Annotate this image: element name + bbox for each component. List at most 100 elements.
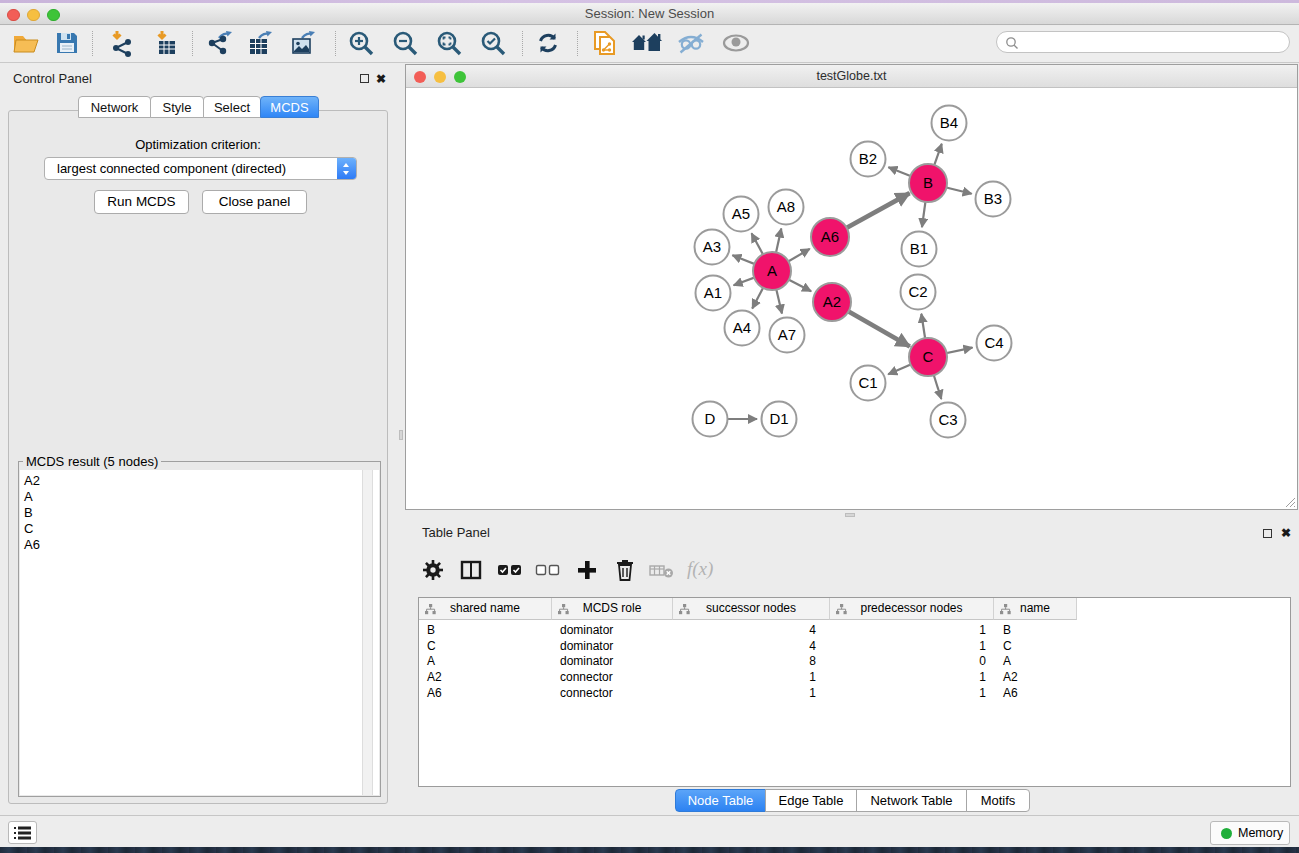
close-panel-icon[interactable]: ✖ [376,73,386,85]
column-header-predecessor-nodes[interactable]: predecessor nodes [830,598,994,620]
table-row[interactable]: Bdominator41B [419,623,1290,639]
resize-handle-icon[interactable] [1283,495,1296,508]
table-cell: A6 [994,686,1077,702]
unselect-all-icon[interactable] [535,558,565,588]
select-stepper-icon [337,158,356,179]
import-network-icon[interactable] [108,29,136,57]
zoom-selected-icon[interactable] [479,29,507,57]
main-toolbar [0,26,1299,63]
graph-node-label: B4 [940,114,958,131]
search-input[interactable] [1023,33,1283,51]
close-panel-icon[interactable]: ✖ [1281,527,1291,539]
function-builder-icon: f(x) [687,558,717,588]
minimize-window-button[interactable] [27,9,40,22]
home-icon[interactable] [632,29,660,57]
zoom-in-icon[interactable] [347,29,375,57]
scrollbar-track[interactable] [362,470,373,795]
table-cell: A6 [419,686,552,702]
minimize-window-button[interactable] [434,71,446,83]
show-eye-icon[interactable] [721,29,749,57]
zoom-window-button[interactable] [454,71,466,83]
graph-node-label: C2 [908,283,927,300]
mcds-result-item[interactable]: A6 [20,537,379,553]
column-header-MCDS-role[interactable]: MCDS role [552,598,673,620]
mcds-result-item[interactable]: C [20,521,379,537]
export-image-icon[interactable] [290,29,318,57]
optimization-criterion-label: Optimization criterion: [9,137,387,152]
save-session-icon[interactable] [53,29,81,57]
mcds-result-box: MCDS result (5 nodes) A2ABCA6 [18,461,381,797]
table-row[interactable]: A6connector11A6 [419,686,1290,702]
table-cell: 1 [830,670,994,686]
table-settings-icon[interactable] [421,558,451,588]
table-panel-title: Table Panel [422,525,490,540]
close-window-button[interactable] [7,9,20,22]
tab-network-table[interactable]: Network Table [856,789,967,812]
add-column-icon[interactable] [575,558,605,588]
task-history-button[interactable] [8,821,37,844]
mcds-result-list: A2ABCA6 [20,470,379,795]
table-cell: A [994,654,1077,670]
tab-edge-table[interactable]: Edge Table [765,789,857,812]
float-panel-icon[interactable] [1263,529,1272,538]
table-row[interactable]: Cdominator41C [419,639,1290,655]
memory-button[interactable]: Memory [1210,821,1290,845]
tab-select[interactable]: Select [203,96,261,118]
column-header-label: predecessor nodes [860,601,962,615]
network-window-titlebar: testGlobe.txt [406,65,1297,88]
zoom-fit-icon[interactable] [435,29,463,57]
column-header-label: shared name [450,601,520,615]
zoom-out-icon[interactable] [391,29,419,57]
table-row[interactable]: Adominator80A [419,654,1290,670]
graph-node-label: A [767,262,777,279]
control-panel: Control Panel ✖ NetworkStyleSelectMCDS O… [0,65,390,807]
mcds-panel: Optimization criterion: largest connecte… [8,110,388,804]
tab-motifs[interactable]: Motifs [966,789,1030,812]
table-cell: connector [552,686,673,702]
table-cell: 1 [830,639,994,655]
float-panel-icon[interactable] [360,74,369,83]
table-row[interactable]: A2connector11A2 [419,670,1290,686]
open-file-icon[interactable] [12,29,40,57]
split-divider-handle[interactable] [399,430,403,440]
export-network-icon[interactable] [206,29,234,57]
network-graph-canvas[interactable]: B4B2BB3A5A8A6B1A3AC2A1A2A4A7CC4C1C3DD1 [406,88,1297,509]
refresh-network-icon[interactable] [534,29,562,57]
table-panel: Table Panel ✖ f(x) shared name MCDS roles… [405,522,1299,815]
split-columns-icon[interactable] [459,558,489,588]
tab-style[interactable]: Style [150,96,204,118]
list-icon [14,826,32,841]
close-panel-button[interactable]: Close panel [202,190,307,214]
import-table-icon[interactable] [153,29,181,57]
hide-glasses-icon[interactable] [677,29,705,57]
column-header-name[interactable]: name [994,598,1077,620]
mcds-result-item[interactable]: A [20,489,379,505]
tab-mcds[interactable]: MCDS [260,96,319,118]
search-box[interactable] [996,31,1290,53]
graph-node-label: C1 [858,374,877,391]
graph-node-label: A7 [778,326,796,343]
mcds-result-item[interactable]: A2 [20,473,379,489]
table-cell: B [419,623,552,639]
export-table-icon[interactable] [247,29,275,57]
column-header-successor-nodes[interactable]: successor nodes [673,598,830,620]
column-header-shared-name[interactable]: shared name [419,598,552,620]
delete-column-icon[interactable] [613,558,643,588]
network-view-window: testGlobe.txt B4B2BB3A5A8A6B1A3AC2A1A2A4… [405,64,1298,510]
optimization-criterion-select[interactable]: largest connected component (directed) [44,157,357,180]
node-table: shared name MCDS rolesuccessor nodes prede… [418,597,1291,787]
duplicate-network-icon[interactable] [591,29,619,57]
close-window-button[interactable] [414,71,426,83]
split-divider-handle[interactable] [845,513,855,517]
app-title: Session: New Session [0,3,1299,25]
tab-node-table[interactable]: Node Table [675,789,766,812]
tab-network[interactable]: Network [78,96,151,118]
table-tabs: Node TableEdge TableNetwork TableMotifs [675,789,1029,812]
mcds-result-item[interactable]: B [20,505,379,521]
run-mcds-button[interactable]: Run MCDS [94,190,189,214]
delete-table-icon [649,558,679,588]
select-all-icon[interactable] [497,558,527,588]
table-cell: A2 [419,670,552,686]
zoom-window-button[interactable] [47,9,60,22]
graph-node-label: C4 [984,334,1003,351]
